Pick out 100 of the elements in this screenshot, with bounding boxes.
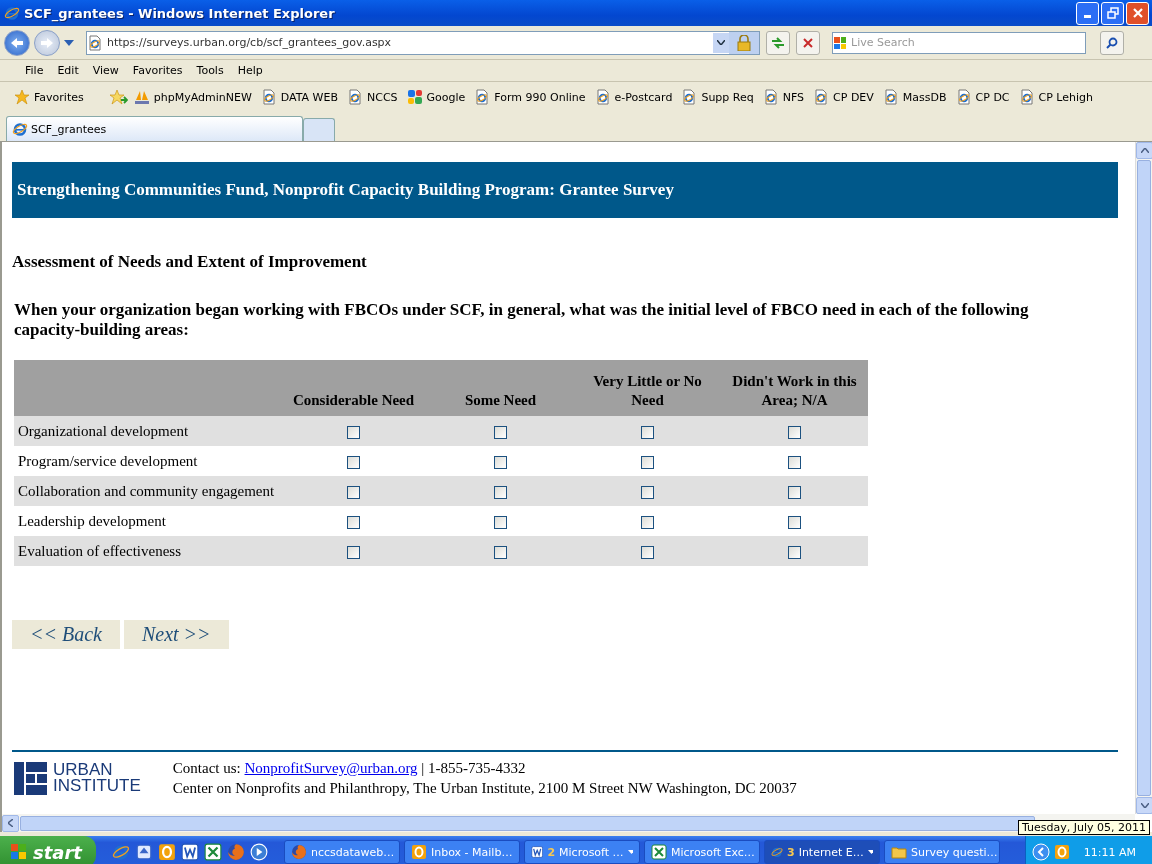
outlook-icon[interactable] (1053, 844, 1070, 860)
checkbox[interactable] (641, 515, 654, 529)
page-icon (882, 89, 899, 105)
search-button[interactable] (1100, 30, 1124, 55)
favorite-link[interactable]: CP DC (955, 89, 1010, 105)
favorite-link[interactable]: CP Lehigh (1018, 89, 1094, 105)
favorite-link[interactable]: NFS (762, 89, 805, 105)
checkbox[interactable] (788, 515, 801, 529)
survey-title-banner: Strengthening Communities Fund, Nonprofit Capacity Building Program: Grantee Survey (12, 162, 1118, 218)
checkbox[interactable] (788, 455, 801, 469)
favorites-button[interactable]: Favorites (14, 89, 84, 105)
taskbar-button[interactable]: 2 Microsoft … (524, 840, 640, 864)
address-text: Center on Nonprofits and Philanthropy, The Urban Institute, 2100 M Street NW Washington, DC 20037 (172, 779, 797, 798)
favorite-link[interactable]: Form 990 Online (474, 89, 586, 105)
checkbox[interactable] (641, 485, 654, 499)
favorite-link[interactable]: e-Postcard (594, 89, 673, 105)
task-label: nccsdataweb… (311, 845, 395, 859)
favorite-link[interactable]: DATA WEB (260, 89, 338, 105)
checkbox[interactable] (788, 545, 801, 559)
favorite-link[interactable]: NCCS (347, 89, 398, 105)
menu-item[interactable]: Edit (50, 64, 86, 77)
page-icon (762, 89, 779, 105)
task-label: Microsoft … (559, 845, 624, 859)
checkbox[interactable] (641, 455, 654, 469)
section-heading: Assessment of Needs and Extent of Improvement (12, 252, 368, 272)
back-button[interactable] (4, 29, 30, 56)
menu-item[interactable]: Favorites (125, 64, 190, 77)
chevron-left-icon[interactable] (1031, 843, 1050, 861)
vertical-scrollbar[interactable] (1135, 142, 1152, 814)
next-button[interactable]: Next >> (123, 620, 229, 649)
outlook-icon[interactable] (158, 843, 176, 861)
browser-tab[interactable]: SCF_grantees (6, 116, 303, 141)
checkbox[interactable] (788, 425, 801, 439)
back-button[interactable]: << Back (12, 620, 120, 649)
checkbox[interactable] (347, 545, 360, 559)
fox-globe-icon[interactable] (291, 844, 307, 860)
checkbox[interactable] (788, 485, 801, 499)
window-title: SCF_grantees - Windows Internet Explorer (24, 5, 336, 21)
column-header: Considerable Need (280, 360, 427, 416)
window-count: 3 (787, 845, 795, 859)
favorite-link[interactable]: MassDB (882, 89, 947, 105)
address-field[interactable]: https://surveys.urban.org/cb/scf_grantees_gov.aspx (86, 30, 760, 55)
menu-item[interactable]: Help (230, 64, 270, 77)
checkbox[interactable] (494, 515, 507, 529)
row-label: Evaluation of effectiveness (14, 536, 280, 566)
stop-button[interactable] (796, 30, 820, 55)
search-placeholder: Live Search (851, 36, 915, 49)
menu-item[interactable]: View (85, 64, 126, 77)
favorite-link[interactable]: phpMyAdminNEW (133, 89, 252, 105)
favorite-link[interactable]: Supp Req (681, 89, 754, 105)
add-favorite-icon[interactable] (109, 89, 128, 105)
outlook-icon[interactable] (411, 844, 427, 860)
checkbox[interactable] (347, 425, 360, 439)
checkbox[interactable] (641, 425, 654, 439)
window-count: 2 (547, 845, 556, 859)
favorite-link[interactable]: CP DEV (813, 89, 874, 105)
checkbox[interactable] (494, 455, 507, 469)
taskbar-button[interactable]: nccsdataweb… (284, 840, 400, 864)
column-header: Very Little or No Need (574, 360, 721, 416)
caret-icon[interactable] (64, 39, 74, 46)
taskbar-button[interactable]: Inbox - Mailb… (404, 840, 520, 864)
checkbox[interactable] (494, 485, 507, 499)
question-text: When your organization began working with FBCOs under SCF, in general, what was the initial level of FBCO need in each of the following capacity-building areas: (13, 300, 1030, 340)
restore-button[interactable] (1101, 1, 1124, 25)
menu-item[interactable]: Tools (189, 64, 231, 77)
menu-item[interactable]: File (18, 64, 51, 77)
minimize-button[interactable] (1076, 1, 1099, 25)
page-icon (1018, 89, 1035, 105)
refresh-arrows-icon (771, 36, 785, 49)
logo-mark-icon (14, 761, 47, 795)
page-icon (594, 89, 611, 105)
fox-globe-icon[interactable] (227, 843, 245, 861)
column-header: Didn't Work in this Area; N/A (721, 360, 868, 416)
page-icon (955, 89, 972, 105)
taskbar-button[interactable]: Survey questi… (884, 840, 1000, 864)
checkbox[interactable] (347, 455, 360, 469)
row-label: Program/service development (14, 446, 280, 476)
windows-flag-icon (833, 35, 847, 50)
checkbox[interactable] (494, 425, 507, 439)
play-icon[interactable] (250, 843, 268, 861)
address-dropdown-button[interactable] (713, 32, 729, 53)
taskbar-button[interactable]: 3 Internet E… (764, 840, 880, 864)
page-icon (87, 34, 103, 51)
checkbox[interactable] (347, 485, 360, 499)
document-app-icon[interactable] (531, 844, 544, 860)
column-header: Some Need (427, 360, 574, 416)
close-button[interactable] (1126, 1, 1149, 25)
refresh-button[interactable] (766, 30, 790, 55)
taskbar-button[interactable]: Microsoft Exc… (644, 840, 760, 864)
browser-icon[interactable] (112, 843, 130, 861)
checkbox[interactable] (494, 545, 507, 559)
task-label: Survey questi… (911, 845, 998, 859)
spreadsheet-app-icon[interactable] (204, 843, 222, 861)
caret-icon (717, 40, 725, 45)
spreadsheet-app-icon[interactable] (651, 844, 667, 860)
checkbox[interactable] (641, 545, 654, 559)
document-app-icon[interactable] (181, 843, 199, 861)
favorite-link[interactable]: Google (406, 89, 466, 105)
checkbox[interactable] (347, 515, 360, 529)
email-link[interactable]: NonprofitSurvey@urban.org (244, 760, 418, 776)
